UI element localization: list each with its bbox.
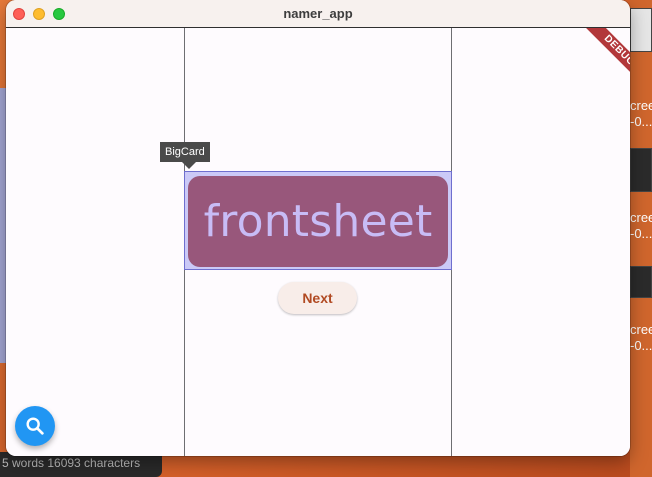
word-pair-text: frontsheet (203, 196, 433, 247)
app-content: DEBUG BigCard frontsheet Next (6, 28, 630, 456)
background-file-label: cree (630, 210, 652, 225)
window-title: namer_app (283, 6, 353, 21)
background-thumbnail (630, 148, 652, 192)
background-thumbnail (630, 266, 652, 298)
widget-inspector-tooltip: BigCard (160, 142, 210, 162)
search-fab-button[interactable] (15, 406, 55, 446)
next-button[interactable]: Next (278, 282, 357, 314)
background-file-label: cree (630, 98, 652, 113)
background-thumbnail (630, 8, 652, 52)
debug-banner: DEBUG (570, 28, 630, 88)
big-card: frontsheet (188, 176, 448, 267)
background-file-label: -0... (630, 114, 652, 129)
title-bar[interactable]: namer_app (6, 0, 630, 28)
background-file-label: -0... (630, 338, 652, 353)
background-file-label: -0... (630, 226, 652, 241)
app-window: namer_app DEBUG BigCard frontsheet Next (6, 0, 630, 456)
background-file-label: cree (630, 322, 652, 337)
search-icon (26, 417, 44, 435)
tooltip-arrow (182, 162, 196, 169)
debug-banner-label: DEBUG (582, 28, 630, 88)
